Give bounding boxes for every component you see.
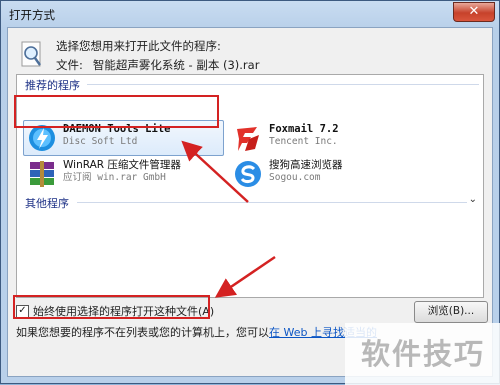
app-publisher: Disc Soft Ltd	[63, 136, 138, 147]
group-header-other[interactable]: 其他程序	[25, 195, 69, 211]
annotation-box-checkbox	[13, 295, 210, 319]
annotation-box-daemon	[14, 95, 219, 128]
group-label-recommended: 推荐的程序	[25, 79, 80, 92]
window-title: 打开方式	[9, 8, 55, 22]
prompt-text: 选择您想用来打开此文件的程序:	[56, 39, 221, 53]
magnifier-document-icon	[21, 41, 41, 67]
winrar-icon	[30, 161, 54, 187]
file-label: 文件:	[56, 58, 83, 72]
group-header-recommended[interactable]: 推荐的程序	[25, 77, 80, 93]
app-name: 搜狗高速浏览器	[269, 159, 343, 171]
app-publisher: 应订阅 win.rar GmbH	[63, 172, 166, 183]
sogou-browser-icon	[235, 161, 261, 187]
group-label-other: 其他程序	[25, 197, 69, 210]
watermark: 软件技巧	[345, 323, 500, 385]
browse-button[interactable]: 浏览(B)...	[414, 301, 488, 323]
foxmail-icon	[237, 127, 259, 151]
title-bar[interactable]: 打开方式 ✕	[1, 1, 499, 27]
footer-text: 如果您想要的程序不在列表或您的计算机上，您可以在 Web 上寻找适当的	[16, 324, 377, 340]
app-publisher: Tencent Inc.	[269, 136, 338, 147]
app-publisher: Sogou.com	[269, 172, 321, 183]
list-item-foxmail[interactable]: Foxmail 7.2 Tencent Inc.	[233, 123, 339, 153]
open-with-dialog: 打开方式 ✕ 选择您想用来打开此文件的程序: 文件: 智能超声雾化系统 - 副本 …	[0, 0, 500, 385]
file-name: 智能超声雾化系统 - 副本 (3).rar	[92, 58, 260, 72]
group-divider	[77, 202, 467, 203]
app-name: Foxmail 7.2	[269, 123, 339, 135]
file-line: 文件: 智能超声雾化系统 - 副本 (3).rar	[56, 57, 259, 73]
app-name: WinRAR 压缩文件管理器	[63, 159, 181, 171]
group-divider	[87, 84, 479, 85]
list-item-sogou-browser[interactable]: 搜狗高速浏览器 Sogou.com	[233, 159, 343, 189]
chevron-down-icon[interactable]: ⌄	[469, 194, 477, 205]
footer-message: 如果您想要的程序不在列表或您的计算机上，您可以	[16, 326, 269, 339]
close-button[interactable]: ✕	[453, 2, 495, 22]
list-item-winrar[interactable]: WinRAR 压缩文件管理器 应订阅 win.rar GmbH	[27, 159, 181, 189]
